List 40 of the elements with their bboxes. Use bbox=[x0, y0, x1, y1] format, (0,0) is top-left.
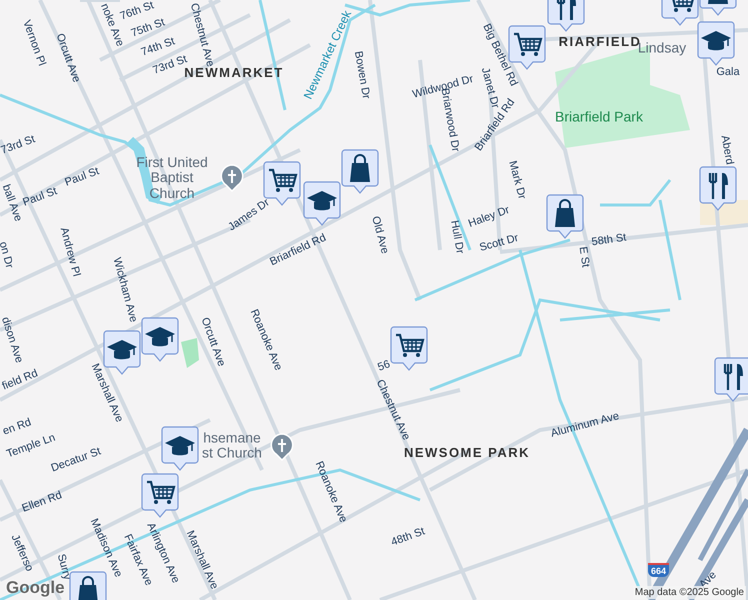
street-label: Janet Dr bbox=[478, 66, 502, 110]
street-label: 56 bbox=[376, 358, 392, 374]
street-label: Decatur St bbox=[50, 445, 102, 475]
street-label: Paul St bbox=[21, 185, 59, 209]
street-label: Chestnut Ave bbox=[188, 2, 216, 68]
highway-shield: 664 bbox=[648, 563, 670, 577]
street-label: E St bbox=[576, 246, 592, 268]
street-label: Vernon Pl bbox=[20, 18, 48, 68]
street-label: Orcutt Ave bbox=[54, 32, 82, 84]
street-label: on Dr bbox=[0, 240, 16, 270]
area-label: RIARFIELD bbox=[558, 34, 642, 49]
church-pin-icon[interactable] bbox=[220, 164, 244, 192]
street-label: Gala bbox=[716, 66, 740, 78]
map-attribution[interactable]: Map data ©2025 Google bbox=[632, 586, 746, 599]
street-label: Hull Dr bbox=[448, 219, 466, 255]
park-area bbox=[181, 338, 199, 368]
church-pin-icon[interactable] bbox=[270, 433, 294, 461]
street-label: 58th St bbox=[590, 232, 628, 248]
street-label: Surry bbox=[54, 552, 74, 582]
street-label: Orcutt Ave bbox=[198, 316, 228, 368]
place-label: hsemane st Church bbox=[201, 430, 263, 462]
street-label: Ellen Rd bbox=[20, 489, 64, 515]
street-label: Aberd bbox=[718, 134, 736, 166]
street-label: Bowen Dr bbox=[352, 50, 372, 100]
street-label: en Rd bbox=[1, 416, 33, 438]
street-label: Scott Dr bbox=[478, 232, 520, 254]
street-label: Mark Dr bbox=[506, 160, 528, 200]
street-label: dison Ave bbox=[0, 316, 26, 364]
street-label: Paul St bbox=[63, 165, 101, 189]
area-label: NEWMARKET bbox=[184, 66, 284, 80]
street-label: 73rd St bbox=[0, 133, 37, 157]
street-label: Wickham Ave bbox=[110, 256, 140, 324]
street-label: Andrew Pl bbox=[58, 226, 82, 278]
area-label: NEWSOME PARK bbox=[404, 446, 530, 460]
street-label: 48th St bbox=[390, 525, 426, 549]
park-label: Briarfield Park bbox=[555, 109, 643, 125]
street-label: Aluminum Ave bbox=[550, 410, 620, 440]
street-label: Haley Dr bbox=[466, 204, 512, 230]
street-label: Old Ave bbox=[369, 214, 391, 256]
street-label: field Rd bbox=[0, 367, 40, 393]
